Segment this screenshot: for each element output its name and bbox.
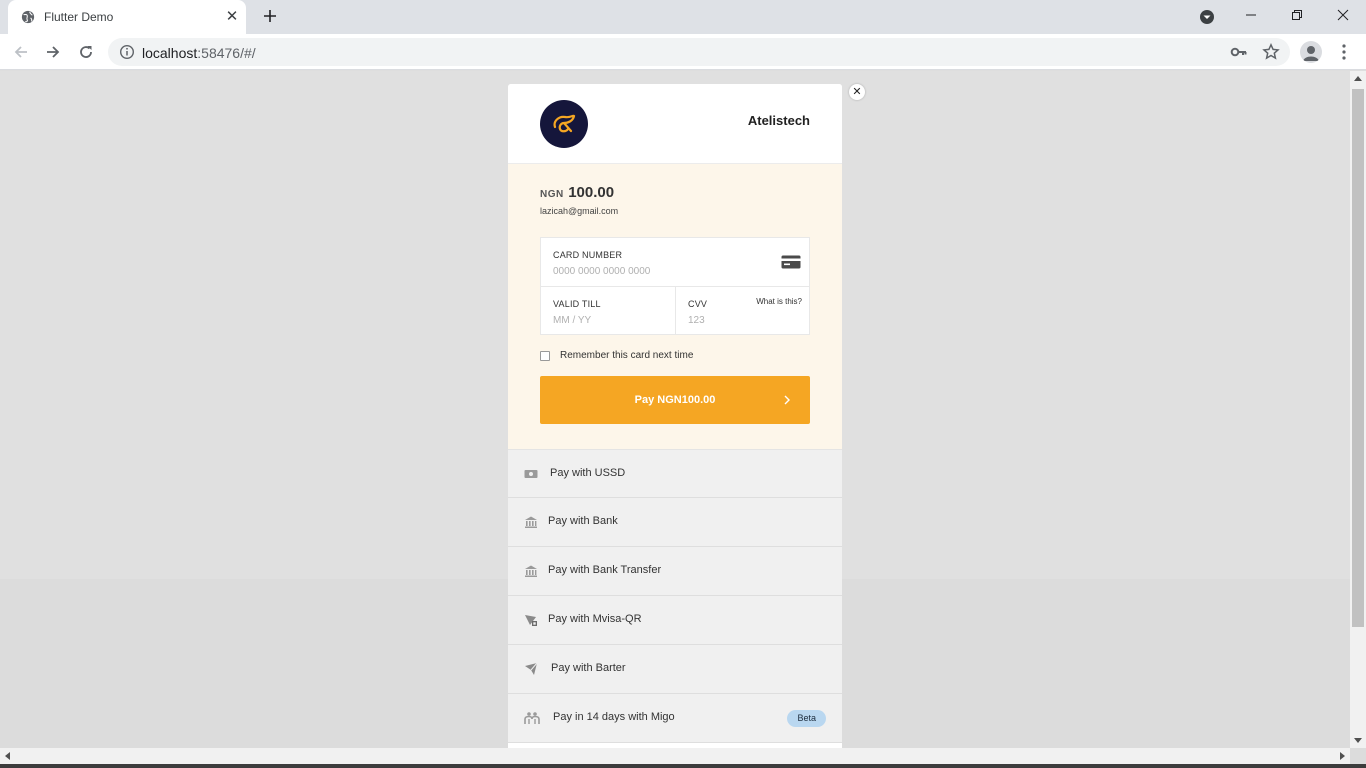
- address-bar[interactable]: localhost:58476/#/: [108, 38, 1290, 66]
- card-number-label: CARD NUMBER: [553, 250, 623, 260]
- card-form: CARD NUMBER 0000 0000 0000 0000 VALID TI…: [540, 237, 810, 335]
- pay-button[interactable]: Pay NGN100.00: [540, 376, 810, 424]
- merchant-logo: [540, 100, 588, 148]
- amount-display: NGN 100.00: [540, 184, 614, 202]
- tab-search-icon[interactable]: [1198, 8, 1216, 26]
- star-icon[interactable]: [1262, 43, 1280, 61]
- beta-badge: Beta: [787, 710, 826, 727]
- reload-icon: [80, 46, 92, 58]
- customer-email: lazicah@gmail.com: [540, 206, 619, 216]
- option-label: Pay with Bank: [548, 515, 618, 527]
- payment-options-list: Pay with USSD Pay with Bank Pay with Ban…: [508, 449, 842, 743]
- browser-toolbar: localhost:58476/#/: [0, 34, 1366, 70]
- valid-till-input[interactable]: MM / YY: [553, 315, 591, 326]
- option-migo[interactable]: Pay in 14 days with Migo Beta: [508, 694, 842, 743]
- close-modal-button[interactable]: ✕: [849, 84, 865, 100]
- option-bank-transfer[interactable]: Pay with Bank Transfer: [508, 547, 842, 596]
- bank-icon: [525, 516, 537, 528]
- browser-tab[interactable]: Flutter Demo ✕: [8, 0, 246, 34]
- info-icon[interactable]: [119, 44, 135, 60]
- scroll-right-arrow[interactable]: [1340, 752, 1345, 760]
- scrollbar-corner: [1350, 748, 1366, 764]
- taskbar-edge: [0, 764, 1366, 768]
- arrow-right-icon: [47, 46, 60, 58]
- option-mvisa-qr[interactable]: Pay with Mvisa-QR: [508, 596, 842, 645]
- minimize-button[interactable]: [1228, 0, 1274, 30]
- migo-icon: [524, 712, 540, 724]
- url-host: localhost: [142, 45, 198, 61]
- scroll-up-arrow[interactable]: [1354, 76, 1362, 81]
- pay-button-label: Pay NGN100.00: [634, 394, 716, 406]
- kebab-menu-icon[interactable]: [1336, 43, 1352, 61]
- qr-icon: [525, 615, 537, 626]
- scroll-down-arrow[interactable]: [1354, 738, 1362, 743]
- close-window-button[interactable]: [1320, 0, 1366, 30]
- cash-icon: [524, 470, 538, 478]
- vertical-scrollbar[interactable]: [1350, 71, 1366, 748]
- page-viewport: Atelistech NGN 100.00 lazicah@gmail.com …: [0, 71, 1350, 748]
- option-label: Pay in 14 days with Migo: [553, 711, 675, 723]
- url-path: :58476/#/: [197, 45, 256, 61]
- horizontal-scrollbar[interactable]: [0, 748, 1350, 764]
- option-label: Pay with Mvisa-QR: [548, 613, 642, 625]
- valid-till-label: VALID TILL: [553, 299, 601, 309]
- cvv-help-link[interactable]: What is this?: [756, 297, 802, 306]
- card-payment-section: NGN 100.00 lazicah@gmail.com CARD NUMBER…: [508, 164, 842, 449]
- new-tab-icon[interactable]: [260, 6, 280, 26]
- globe-icon: [21, 10, 35, 24]
- minimize-icon: [1246, 14, 1256, 16]
- amount-value: 100.00: [568, 184, 615, 201]
- currency-code: NGN: [540, 189, 564, 200]
- barter-icon: [525, 662, 538, 675]
- card-number-input[interactable]: 0000 0000 0000 0000: [553, 266, 650, 277]
- scrollbar-thumb[interactable]: [1352, 89, 1364, 627]
- butterfly-logo-icon: [553, 114, 576, 133]
- merchant-name: Atelistech: [747, 113, 810, 128]
- card-number-field[interactable]: CARD NUMBER 0000 0000 0000 0000: [541, 238, 809, 287]
- bank-icon: [525, 565, 537, 577]
- tab-title: Flutter Demo: [44, 10, 114, 24]
- cvv-label: CVV: [688, 299, 708, 309]
- close-icon: [1337, 9, 1349, 21]
- back-button[interactable]: [10, 41, 32, 63]
- checkout-modal: Atelistech NGN 100.00 lazicah@gmail.com …: [508, 84, 842, 748]
- option-label: Pay with Bank Transfer: [548, 564, 662, 576]
- profile-avatar[interactable]: [1300, 41, 1322, 63]
- option-label: Pay with USSD: [550, 467, 626, 479]
- remember-card-label: Remember this card next time: [560, 350, 694, 361]
- option-bank[interactable]: Pay with Bank: [508, 498, 842, 547]
- chevron-right-icon: [784, 395, 790, 405]
- arrow-left-icon: [14, 46, 27, 58]
- tab-close-icon[interactable]: ✕: [224, 9, 240, 25]
- checkout-header: Atelistech: [508, 84, 842, 164]
- url-text[interactable]: localhost:58476/#/: [142, 45, 256, 61]
- remember-card-row[interactable]: Remember this card next time: [540, 350, 693, 361]
- credit-card-icon: [781, 255, 801, 269]
- key-icon[interactable]: [1230, 44, 1248, 60]
- reload-button[interactable]: [75, 41, 97, 63]
- restore-button[interactable]: [1274, 0, 1320, 30]
- remember-card-checkbox[interactable]: [540, 350, 550, 361]
- forward-button[interactable]: [42, 41, 64, 63]
- tab-strip: Flutter Demo ✕: [0, 0, 1366, 34]
- option-label: Pay with Barter: [551, 662, 626, 674]
- scroll-left-arrow[interactable]: [5, 752, 10, 760]
- cvv-field[interactable]: CVV 123 What is this?: [676, 287, 809, 335]
- valid-till-field[interactable]: VALID TILL MM / YY: [541, 287, 676, 335]
- restore-icon: [1292, 10, 1302, 20]
- cvv-input[interactable]: 123: [688, 315, 705, 326]
- person-icon: [1303, 46, 1319, 61]
- option-ussd[interactable]: Pay with USSD: [508, 449, 842, 498]
- option-barter[interactable]: Pay with Barter: [508, 645, 842, 694]
